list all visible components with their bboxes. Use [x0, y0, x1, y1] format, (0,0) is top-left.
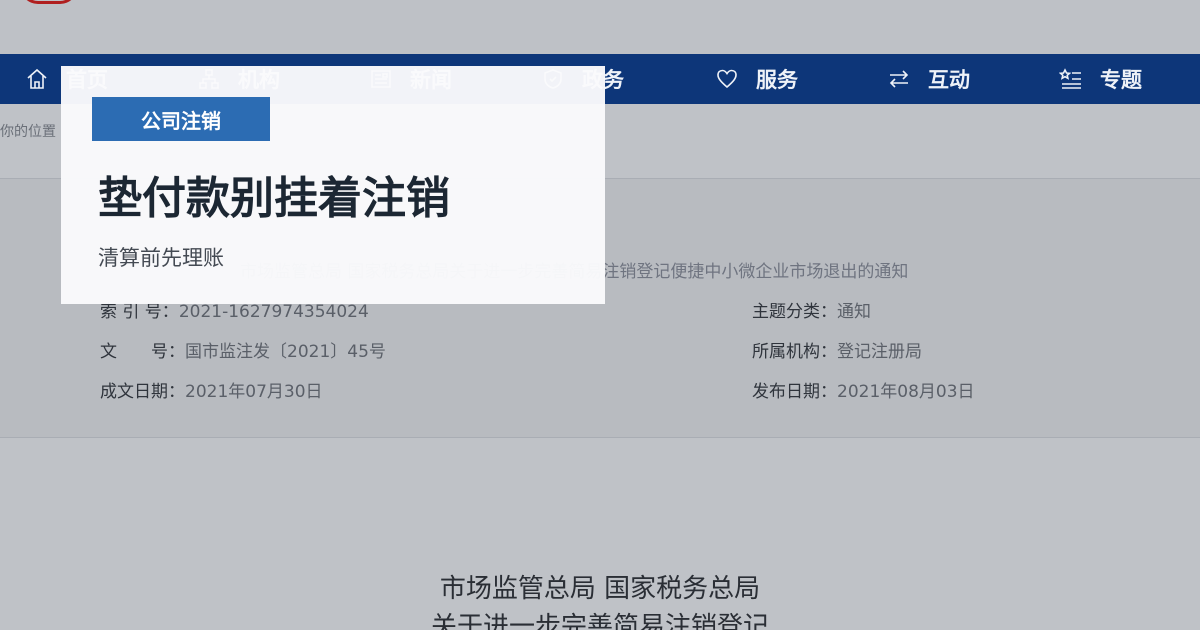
- category-tag: 公司注销: [92, 97, 270, 141]
- nav-item-topics[interactable]: 专题: [1058, 54, 1142, 104]
- document-heading-line: 关于进一步完善简易注销登记: [430, 612, 769, 630]
- meta-org: 所属机构：登记注册局: [752, 337, 922, 362]
- site-logo[interactable]: [20, 0, 78, 4]
- document-heading-line: 市场监管总局 国家税务总局: [439, 574, 761, 604]
- meta-value: 通知: [837, 302, 871, 322]
- meta-docno: 文 号：国市监注发〔2021〕45号: [100, 337, 386, 362]
- card-subtitle: 清算前先理账: [98, 246, 224, 270]
- meta-label: 文 号：: [100, 342, 185, 362]
- meta-written-date: 成文日期：2021年07月30日: [100, 377, 323, 402]
- meta-value: 2021-1627974354024: [178, 302, 369, 322]
- meta-label: 主题分类：: [752, 302, 837, 322]
- card-title: 垫付款别挂着注销: [98, 173, 450, 224]
- top-header: [0, 0, 1200, 54]
- meta-value: 国市监注发〔2021〕45号: [185, 342, 386, 362]
- nav-item-interact[interactable]: 互动: [886, 54, 970, 104]
- document-body: 市场监管总局 国家税务总局 关于进一步完善简易注销登记: [0, 438, 1200, 630]
- nav-label: 专题: [1100, 68, 1142, 92]
- nav-label: 服务: [756, 68, 798, 92]
- page: 首页 机构 新闻 政务 服务: [0, 0, 1200, 630]
- meta-publish-date: 发布日期：2021年08月03日: [752, 377, 975, 402]
- home-icon: [24, 66, 50, 92]
- breadcrumb-prefix: 你的位置: [0, 124, 56, 140]
- meta-label: 所属机构：: [752, 342, 837, 362]
- meta-value: 2021年08月03日: [837, 382, 975, 402]
- exchange-arrows-icon: [886, 66, 912, 92]
- star-list-icon: [1058, 66, 1084, 92]
- meta-value: 登记注册局: [837, 342, 922, 362]
- meta-label: 成文日期：: [100, 382, 185, 402]
- heart-icon: [714, 66, 740, 92]
- meta-label: 发布日期：: [752, 382, 837, 402]
- nav-item-service[interactable]: 服务: [714, 54, 798, 104]
- meta-label: 索 引 号：: [100, 302, 179, 322]
- nav-label: 互动: [928, 68, 970, 92]
- breadcrumb: 你的位置: [0, 121, 56, 141]
- meta-value: 2021年07月30日: [185, 382, 323, 402]
- meta-topic: 主题分类：通知: [752, 297, 871, 322]
- overlay-card: 公司注销 垫付款别挂着注销 清算前先理账: [61, 66, 605, 304]
